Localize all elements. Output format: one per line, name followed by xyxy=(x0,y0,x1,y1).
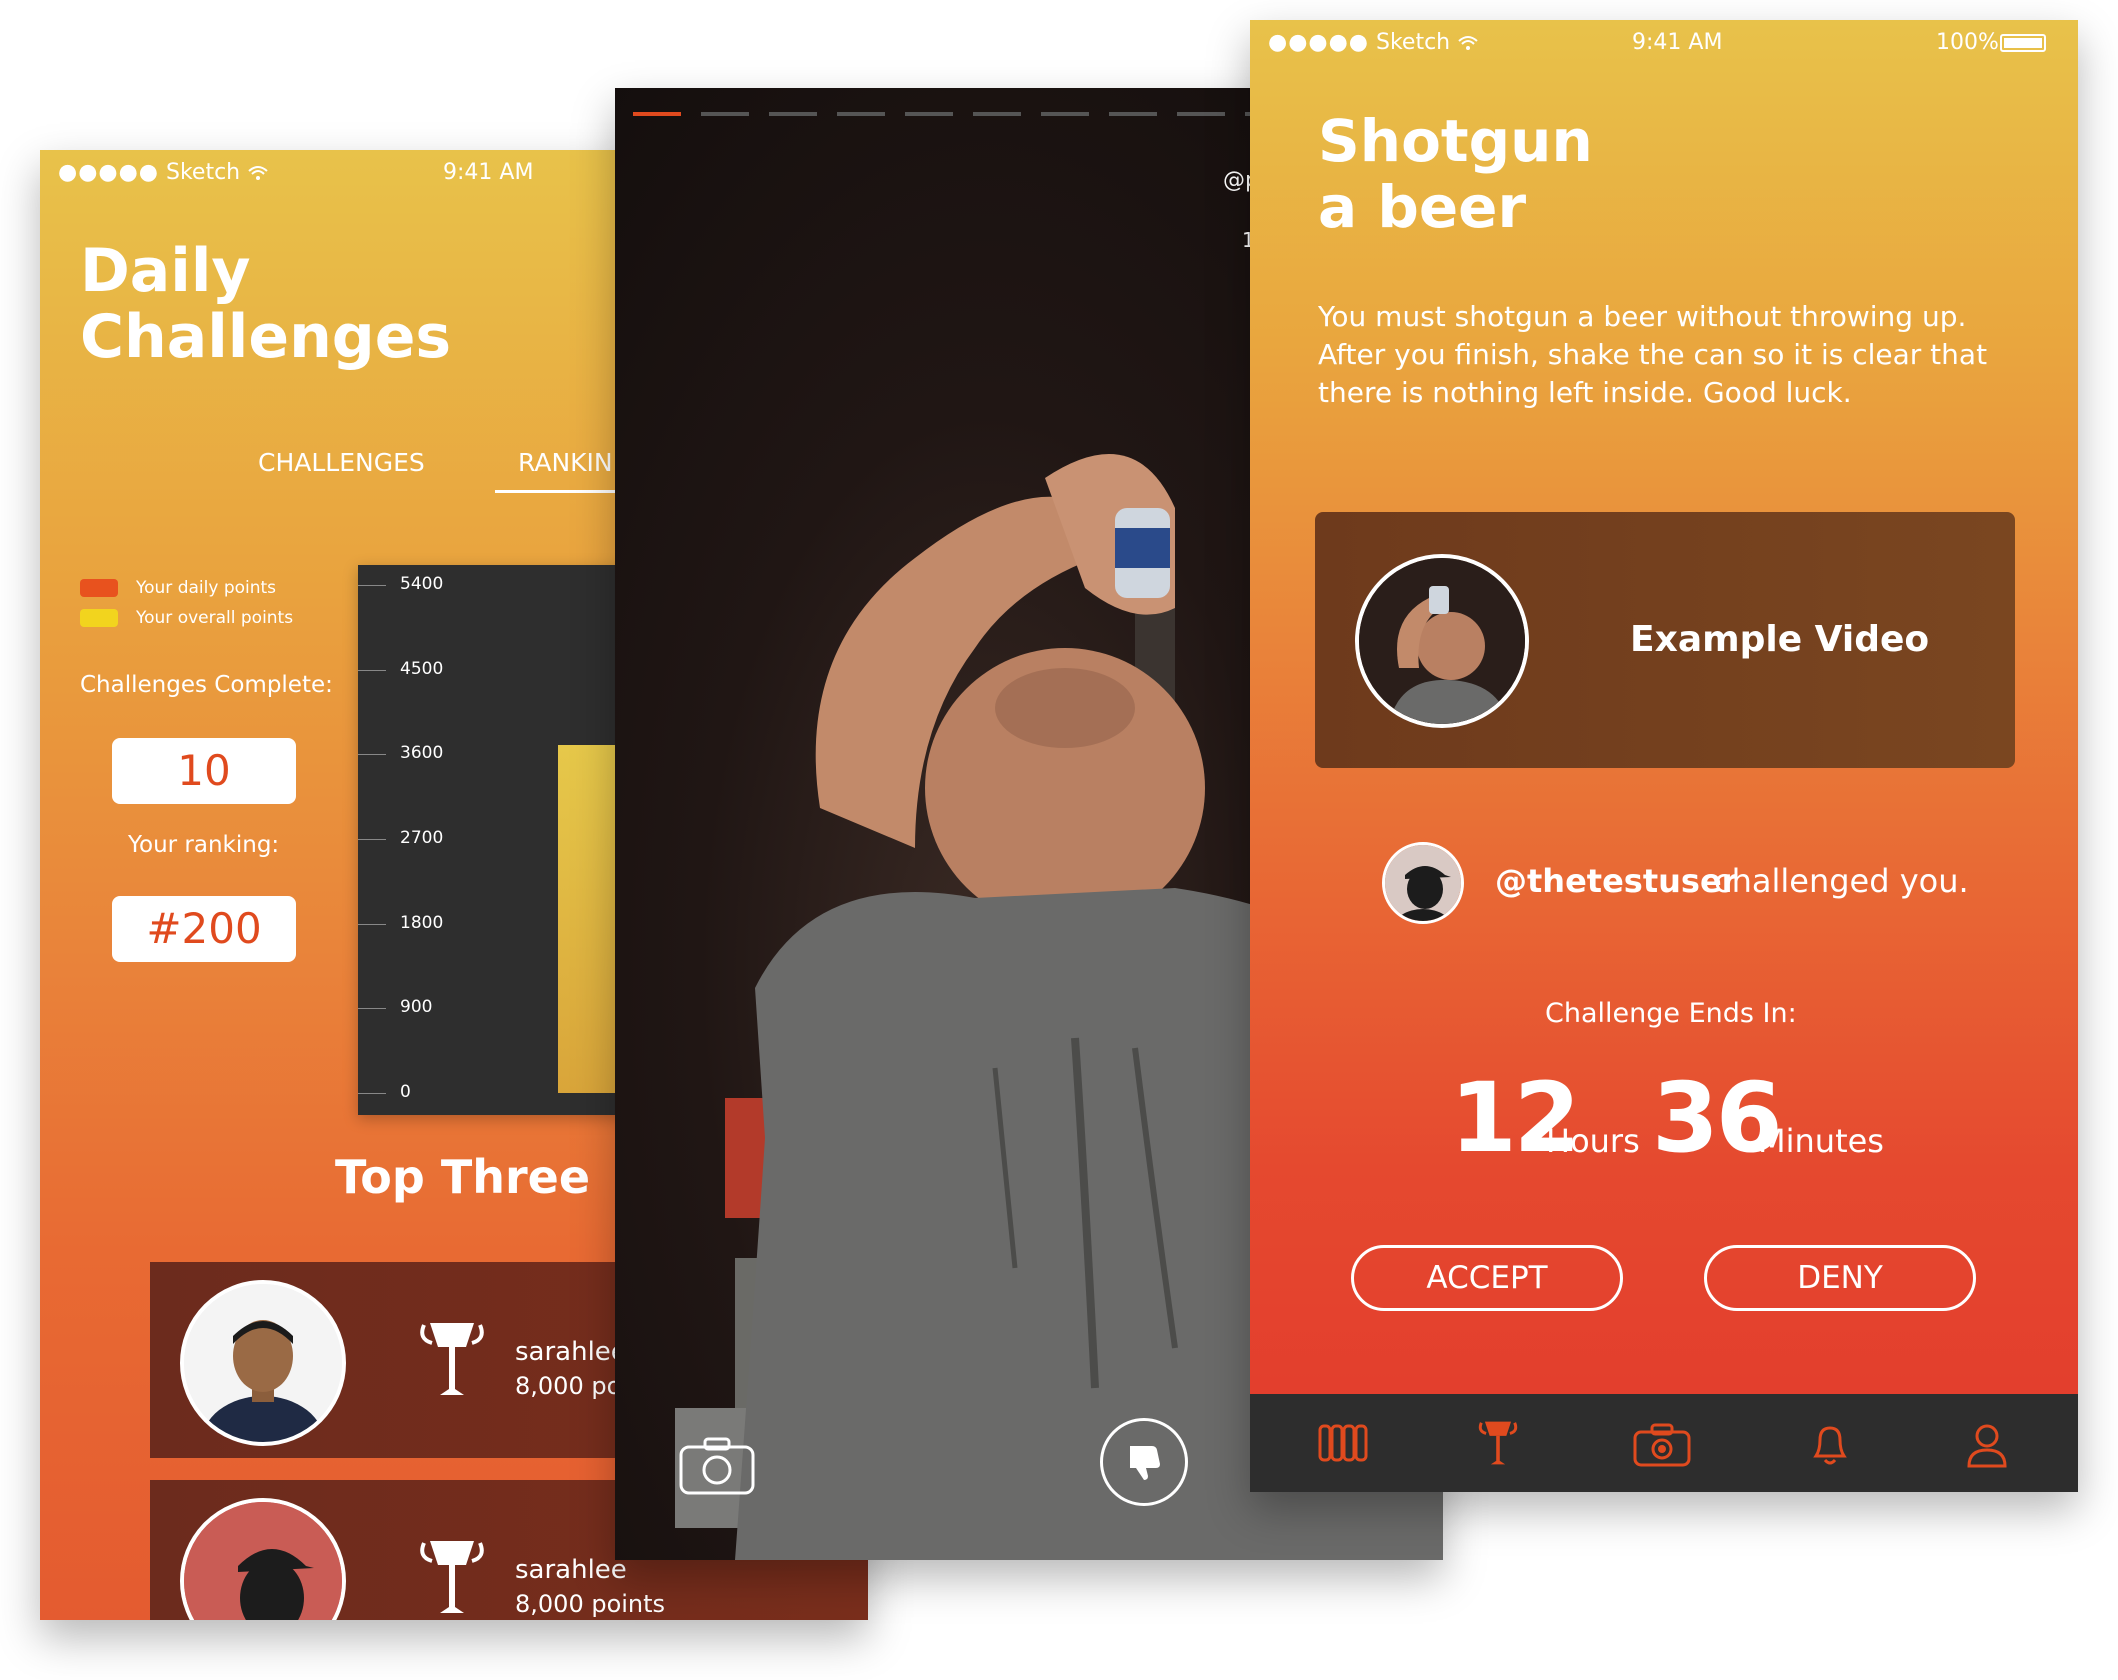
legend-label-daily: Your daily points xyxy=(136,578,277,598)
example-video-card[interactable]: Example Video xyxy=(1315,512,2015,768)
title-line-1: Shotgun xyxy=(1318,107,1593,175)
challenge-description: You must shotgun a beer without throwing… xyxy=(1318,300,1988,409)
y-tick-label: 0 xyxy=(400,1082,411,1102)
legend-swatch-overall xyxy=(80,609,118,627)
y-tick xyxy=(358,585,386,586)
legend-overall: Your overall points xyxy=(80,608,293,628)
deny-button[interactable]: DENY xyxy=(1704,1245,1976,1311)
y-tick xyxy=(358,1093,386,1094)
challenge-ends-label: Challenge Ends In: xyxy=(1545,998,1797,1029)
challenges-complete-label: Challenges Complete: xyxy=(80,672,333,698)
carrier-label: Sketch xyxy=(165,160,241,185)
y-tick xyxy=(358,754,386,756)
y-tick xyxy=(358,1008,386,1010)
y-tick-label: 1800 xyxy=(400,912,444,933)
battery-icon xyxy=(2000,34,2046,52)
ranking-value: #200 xyxy=(112,896,296,962)
title-line-2: a beer xyxy=(1318,173,1527,241)
carrier-label: Sketch xyxy=(1375,30,1451,55)
y-tick-label: 3600 xyxy=(400,743,444,764)
clock: 9:41 AM xyxy=(1632,30,1723,55)
y-tick xyxy=(358,669,386,671)
y-tick-label: 4500 xyxy=(400,658,444,679)
legend-label-overall: Your overall points xyxy=(136,608,294,628)
avatar xyxy=(180,1498,346,1620)
trophy-icon[interactable] xyxy=(1478,1418,1518,1472)
tab-rankings[interactable]: RANKIN xyxy=(518,448,613,477)
challenges-complete-value: 10 xyxy=(112,738,296,804)
title-line-1: Daily xyxy=(80,236,251,306)
avatar[interactable] xyxy=(1382,842,1464,924)
leader-points: 8,000 points xyxy=(515,1590,666,1618)
profile-icon[interactable] xyxy=(1966,1422,2008,1472)
challenge-title: Shotgun a beer xyxy=(1318,108,1593,240)
wifi-icon xyxy=(1458,36,1478,50)
leader-name: sarahlee xyxy=(515,1555,627,1585)
y-tick-label: 900 xyxy=(400,997,433,1018)
trophy-icon xyxy=(420,1317,484,1405)
leader-name: sarahlee xyxy=(515,1337,627,1367)
y-tick xyxy=(358,839,386,840)
camera-icon[interactable] xyxy=(1632,1422,1692,1472)
ranking-label: Your ranking: xyxy=(128,832,280,858)
battery-percent: 100% xyxy=(1936,30,1999,55)
example-video-thumbnail xyxy=(1355,554,1529,728)
trophy-icon xyxy=(420,1535,484,1620)
legend-swatch-daily xyxy=(80,579,118,597)
tab-bar xyxy=(1250,1394,2078,1492)
title-line-2: Challenges xyxy=(80,302,452,372)
challenger-handle[interactable]: @thetestuser xyxy=(1495,862,1737,900)
challenge-detail-screen: ●●●●● Sketch 9:41 AM 100% Shotgun a beer… xyxy=(1250,20,2078,1492)
wifi-icon xyxy=(248,166,268,180)
camera-icon xyxy=(679,1437,755,1495)
avatar xyxy=(180,1280,346,1446)
signal-icon: ●●●●● xyxy=(58,160,159,185)
thumbs-down-icon xyxy=(1130,1446,1160,1480)
signal-icon: ●●●●● xyxy=(1268,30,1369,55)
y-tick-label: 2700 xyxy=(400,828,444,848)
challenger-text: challenged you. xyxy=(1714,862,1969,900)
challenges-icon[interactable] xyxy=(1318,1422,1368,1468)
y-tick xyxy=(358,923,386,925)
y-tick-label: 5400 xyxy=(400,574,444,594)
leader-points: 8,000 po xyxy=(515,1372,622,1400)
camera-button[interactable] xyxy=(677,1433,757,1501)
hours-unit: Hours xyxy=(1546,1122,1640,1160)
top-three-heading: Top Three xyxy=(335,1150,591,1204)
page-title: Daily Challenges xyxy=(80,238,451,370)
example-video-label: Example Video xyxy=(1630,619,1930,660)
tab-challenges[interactable]: CHALLENGES xyxy=(258,448,425,477)
bell-icon[interactable] xyxy=(1808,1422,1852,1472)
accept-button[interactable]: ACCEPT xyxy=(1351,1245,1623,1311)
thumbs-down-button[interactable] xyxy=(1100,1418,1188,1506)
clock: 9:41 AM xyxy=(443,160,534,185)
minutes-unit: Minutes xyxy=(1758,1122,1884,1160)
status-bar: ●●●●● Sketch 9:41 AM 100% xyxy=(1268,30,2058,55)
legend-daily: Your daily points xyxy=(80,578,276,598)
